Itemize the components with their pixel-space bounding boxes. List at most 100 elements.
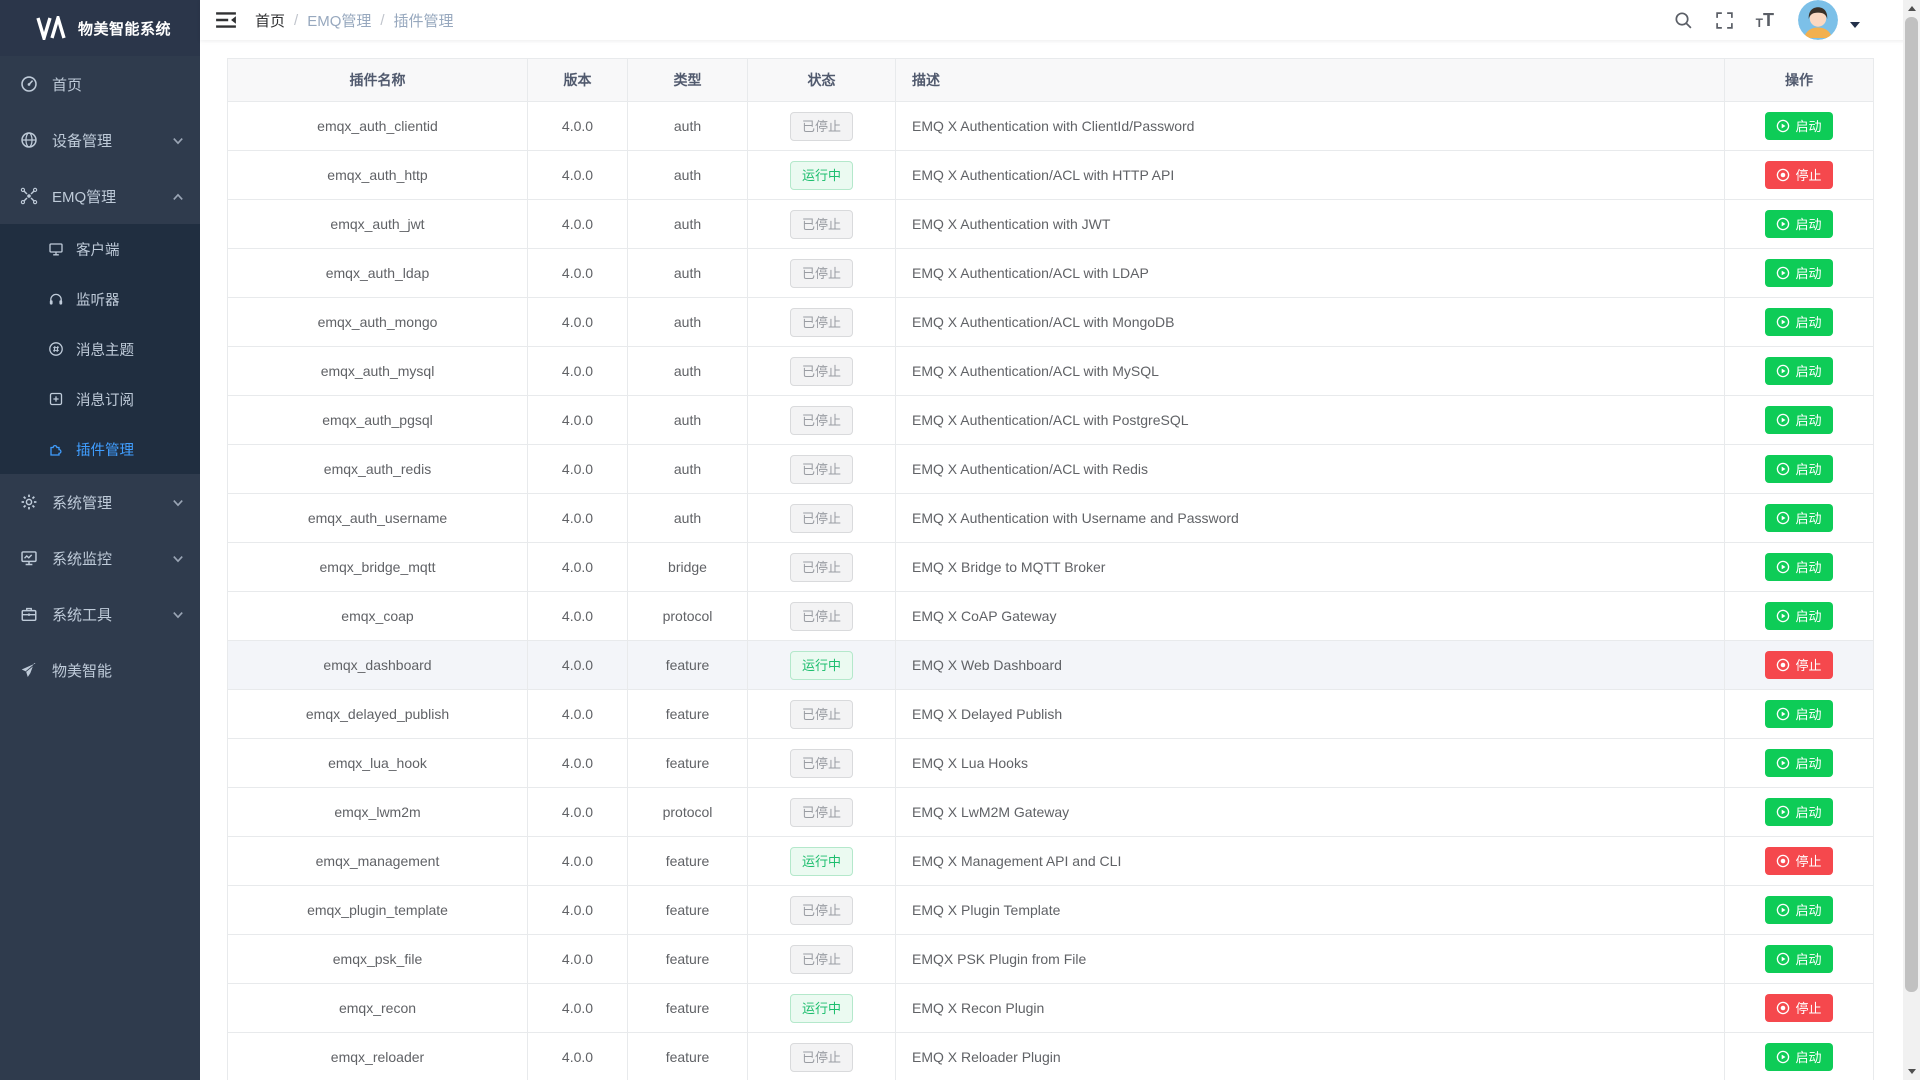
cell-actions: 启动 [1725,445,1874,494]
cell-description: EMQ X Authentication with Username and P… [896,494,1725,543]
sidebar-item-devices[interactable]: 设备管理 [0,112,200,168]
topbar-actions: TT [1652,0,1860,40]
cell-plugin-name: emqx_lwm2m [228,788,528,837]
breadcrumb-home[interactable]: 首页 [255,10,285,31]
start-button[interactable]: 启动 [1765,406,1832,434]
status-badge: 运行中 [790,847,853,876]
cell-type: protocol [628,788,748,837]
sidebar-toggle-button[interactable] [215,11,237,29]
start-button[interactable]: 启动 [1765,112,1832,140]
start-button[interactable]: 启动 [1765,308,1832,336]
cell-type: auth [628,445,748,494]
cell-actions: 启动 [1725,200,1874,249]
table-row: emqx_auth_mongo4.0.0auth已停止EMQ X Authent… [228,298,1874,347]
cell-description: EMQ X Authentication with JWT [896,200,1725,249]
sidebar-item-emq[interactable]: EMQ管理 [0,168,200,224]
sidebar-item-system-tools[interactable]: 系统工具 [0,586,200,642]
cell-status: 已停止 [748,543,896,592]
cell-description: EMQ X Reloader Plugin [896,1033,1725,1080]
stop-button[interactable]: 停止 [1765,847,1832,875]
avatar[interactable] [1798,0,1838,40]
cell-actions: 停止 [1725,641,1874,690]
table-row: emqx_auth_pgsql4.0.0auth已停止EMQ X Authent… [228,396,1874,445]
start-button[interactable]: 启动 [1765,504,1832,532]
start-button[interactable]: 启动 [1765,455,1832,483]
start-button[interactable]: 启动 [1765,210,1832,238]
scrollbar-thumb[interactable] [1905,17,1918,992]
search-icon[interactable] [1674,11,1693,30]
table-row: emqx_bridge_mqtt4.0.0bridge已停止EMQ X Brid… [228,543,1874,592]
cell-type: feature [628,690,748,739]
cell-type: protocol [628,592,748,641]
scroll-down-arrow[interactable] [1903,1063,1920,1080]
cell-status: 已停止 [748,298,896,347]
cell-actions: 启动 [1725,347,1874,396]
cell-plugin-name: emqx_auth_ldap [228,249,528,298]
sidebar-item-label: 设备管理 [52,130,172,151]
cell-description: EMQ X Recon Plugin [896,984,1725,1033]
start-button[interactable]: 启动 [1765,945,1832,973]
fullscreen-icon[interactable] [1715,11,1734,30]
cell-description: EMQ X LwM2M Gateway [896,788,1725,837]
cell-type: auth [628,494,748,543]
stop-button[interactable]: 停止 [1765,161,1832,189]
start-button[interactable]: 启动 [1765,749,1832,777]
cell-description: EMQX PSK Plugin from File [896,935,1725,984]
cell-description: EMQ X Authentication with ClientId/Passw… [896,102,1725,151]
cell-actions: 启动 [1725,396,1874,445]
cell-actions: 启动 [1725,249,1874,298]
cell-description: EMQ X Authentication/ACL with MySQL [896,347,1725,396]
start-button[interactable]: 启动 [1765,602,1832,630]
app-logo[interactable]: 物美智能系统 [0,0,200,56]
start-button[interactable]: 启动 [1765,553,1832,581]
sidebar-item-home[interactable]: 首页 [0,56,200,112]
sidebar-item-listeners[interactable]: 监听器 [0,274,200,324]
status-badge: 已停止 [790,945,853,974]
sidebar-item-topics[interactable]: 消息主题 [0,324,200,374]
caret-down-icon [1850,22,1860,28]
table-row: emqx_dashboard4.0.0feature运行中EMQ X Web D… [228,641,1874,690]
start-button[interactable]: 启动 [1765,896,1832,924]
sidebar-item-clients[interactable]: 客户端 [0,224,200,274]
cell-version: 4.0.0 [528,494,628,543]
stop-button[interactable]: 停止 [1765,994,1832,1022]
cell-type: feature [628,739,748,788]
status-badge: 已停止 [790,504,853,533]
sidebar-item-label: 系统监控 [52,548,172,569]
cell-type: bridge [628,543,748,592]
cell-version: 4.0.0 [528,445,628,494]
sidebar-item-wumei[interactable]: 物美智能 [0,642,200,698]
sidebar-item-system-monitor[interactable]: 系统监控 [0,530,200,586]
subscribe-icon [48,391,64,407]
sidebar-item-system-admin[interactable]: 系统管理 [0,474,200,530]
vertical-scrollbar[interactable] [1903,0,1920,1080]
user-menu[interactable] [1798,0,1860,40]
emq-icon [20,187,38,205]
start-button[interactable]: 启动 [1765,700,1832,728]
cell-type: auth [628,151,748,200]
cell-plugin-name: emqx_auth_mysql [228,347,528,396]
cell-version: 4.0.0 [528,102,628,151]
start-button[interactable]: 启动 [1765,357,1832,385]
chevron-down-icon [172,496,184,508]
start-button[interactable]: 启动 [1765,1043,1832,1071]
scroll-up-arrow[interactable] [1903,0,1920,17]
stop-button[interactable]: 停止 [1765,651,1832,679]
status-badge: 已停止 [790,700,853,729]
sidebar-item-subscriptions[interactable]: 消息订阅 [0,374,200,424]
cell-description: EMQ X CoAP Gateway [896,592,1725,641]
start-button[interactable]: 启动 [1765,259,1832,287]
sidebar-item-plugins[interactable]: 插件管理 [0,424,200,474]
status-badge: 已停止 [790,798,853,827]
table-row: emqx_coap4.0.0protocol已停止EMQ X CoAP Gate… [228,592,1874,641]
chevron-down-icon [172,134,184,146]
cell-status: 运行中 [748,984,896,1033]
table-row: emqx_recon4.0.0feature运行中EMQ X Recon Plu… [228,984,1874,1033]
cell-description: EMQ X Web Dashboard [896,641,1725,690]
column-header-actions: 操作 [1725,59,1874,102]
main-area: 首页 / EMQ管理 / 插件管理 TT [200,0,1920,1080]
start-button[interactable]: 启动 [1765,798,1832,826]
status-badge: 运行中 [790,651,853,680]
font-size-icon[interactable]: TT [1756,11,1774,29]
chevron-up-icon [172,190,184,202]
